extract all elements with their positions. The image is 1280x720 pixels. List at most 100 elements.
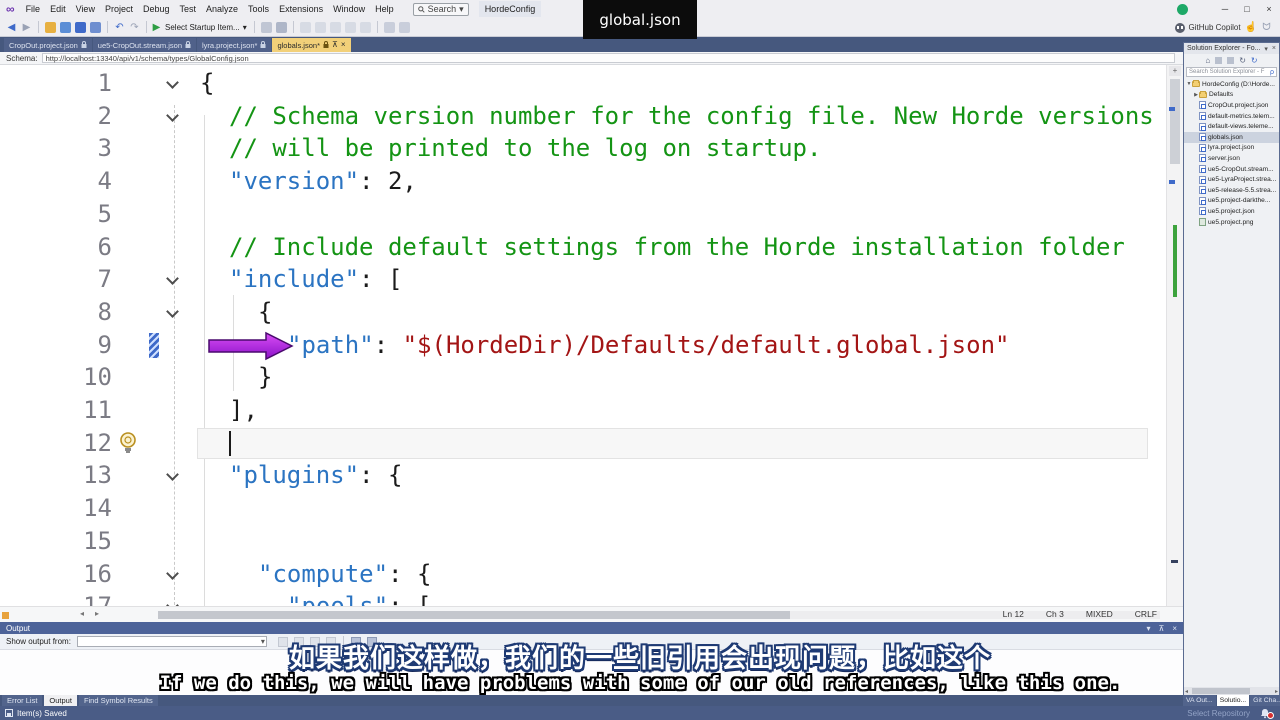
- sync-with-active-document-icon[interactable]: ↻: [1239, 56, 1246, 65]
- indent-button[interactable]: [345, 22, 356, 33]
- code-line-8[interactable]: 8{: [0, 296, 1166, 329]
- code-line-2[interactable]: 2// Schema version number for the config…: [0, 100, 1166, 133]
- scroll-right-icon[interactable]: ▸: [95, 609, 99, 618]
- fold-chevron-icon[interactable]: [166, 599, 179, 606]
- tree-item-lyra-project-json[interactable]: lyra.project.json: [1184, 143, 1279, 154]
- code-line-10[interactable]: 10}: [0, 361, 1166, 394]
- bottom-tab-error-list[interactable]: Error List: [2, 695, 42, 706]
- sidebar-tab-va-out-[interactable]: VA Out...: [1183, 695, 1216, 706]
- code-line-14[interactable]: 14: [0, 492, 1166, 525]
- tree-item-ue5-release-5-5-strea-[interactable]: ue5-release-5.5.strea...: [1184, 185, 1279, 196]
- uncomment-button[interactable]: [330, 22, 341, 33]
- close-icon[interactable]: ×: [1272, 45, 1276, 53]
- caret-down-icon[interactable]: ▾: [1264, 45, 1268, 53]
- code-line-15[interactable]: 15: [0, 525, 1166, 558]
- comment-button[interactable]: [315, 22, 326, 33]
- tree-item-cropout-project-json[interactable]: CropOut.project.json: [1184, 100, 1279, 111]
- feedback-icon[interactable]: ☝: [1245, 22, 1257, 33]
- editor-vertical-scrollbar[interactable]: +: [1166, 65, 1183, 606]
- code-line-9[interactable]: 9"path": "$(HordeDir)/Defaults/default.g…: [0, 329, 1166, 362]
- navigate-forward-button[interactable]: ▶: [21, 22, 32, 33]
- menu-analyze[interactable]: Analyze: [201, 0, 243, 18]
- menu-view[interactable]: View: [71, 0, 100, 18]
- redo-button[interactable]: ↷: [129, 22, 140, 33]
- code-line-11[interactable]: 11],: [0, 394, 1166, 427]
- tab-lyra-project-json-[interactable]: lyra.project.json*: [197, 38, 271, 52]
- account-icon[interactable]: ᗢ: [1261, 22, 1272, 33]
- outdent-button[interactable]: [360, 22, 371, 33]
- scrollbar-thumb[interactable]: [1170, 79, 1180, 164]
- scrollbar-thumb[interactable]: [158, 611, 790, 619]
- code-line-6[interactable]: 6// Include default settings from the Ho…: [0, 231, 1166, 264]
- code-line-13[interactable]: 13"plugins": {: [0, 459, 1166, 492]
- fold-chevron-icon[interactable]: [166, 469, 179, 482]
- open-file-button[interactable]: [60, 22, 71, 33]
- tree-item-ue5-project-darkthe-[interactable]: ue5.project-darkthe...: [1184, 196, 1279, 207]
- code-line-1[interactable]: 1{: [0, 67, 1166, 100]
- notifications-bell[interactable]: [1260, 708, 1270, 720]
- code-line-5[interactable]: 5: [0, 198, 1166, 231]
- menu-help[interactable]: Help: [370, 0, 399, 18]
- code-line-7[interactable]: 7"include": [: [0, 263, 1166, 296]
- menu-test[interactable]: Test: [175, 0, 202, 18]
- tree-item-ue5-project-png[interactable]: ue5.project.png: [1184, 217, 1279, 228]
- scroll-left-icon[interactable]: ◂: [80, 609, 84, 618]
- new-project-button[interactable]: [45, 22, 56, 33]
- navigate-bookmark-button[interactable]: [399, 22, 410, 33]
- bookmark-button[interactable]: [384, 22, 395, 33]
- menu-file[interactable]: File: [21, 0, 46, 18]
- tree-item-globals-json[interactable]: globals.json: [1184, 132, 1279, 143]
- start-debug-icon[interactable]: ▶: [151, 22, 162, 33]
- tree-item-ue5-cropout-stream-[interactable]: ue5-CropOut.stream...: [1184, 164, 1279, 175]
- tree-item-server-json[interactable]: server.json: [1184, 153, 1279, 164]
- lightbulb-icon[interactable]: [118, 431, 138, 457]
- splitter-handle[interactable]: +: [1169, 66, 1181, 76]
- minimize-button[interactable]: ─: [1214, 0, 1236, 18]
- menu-window[interactable]: Window: [328, 0, 370, 18]
- bottom-tab-output[interactable]: Output: [44, 695, 77, 706]
- repository-picker[interactable]: Select Repository: [1187, 709, 1250, 718]
- undo-button[interactable]: ↶: [114, 22, 125, 33]
- window-position-icon[interactable]: ▾: [1146, 624, 1150, 633]
- pending-changes-filter-icon[interactable]: [1227, 57, 1234, 64]
- code-line-17[interactable]: 17"pools": [: [0, 590, 1166, 606]
- tab-ue5-cropout-stream-json[interactable]: ue5-CropOut.stream.json: [93, 38, 196, 52]
- schema-url-input[interactable]: http://localhost:13340/api/v1/schema/typ…: [42, 53, 1175, 63]
- fold-chevron-icon[interactable]: [166, 272, 179, 285]
- navigate-back-button[interactable]: ◀: [6, 22, 17, 33]
- live-share-icon[interactable]: [1177, 4, 1188, 15]
- startup-item-selector[interactable]: Select Startup Item... ▾: [165, 23, 247, 32]
- maximize-button[interactable]: □: [1236, 0, 1258, 18]
- tab-globals-json-[interactable]: globals.json*⊼×: [272, 38, 350, 52]
- menu-debug[interactable]: Debug: [138, 0, 175, 18]
- menu-tools[interactable]: Tools: [243, 0, 274, 18]
- code-line-4[interactable]: 4"version": 2,: [0, 165, 1166, 198]
- pin-icon[interactable]: ⊼: [332, 41, 338, 49]
- fold-chevron-icon[interactable]: [166, 109, 179, 122]
- pin-icon[interactable]: ⊼: [1158, 624, 1164, 633]
- switch-views-icon[interactable]: [1215, 57, 1222, 64]
- fold-chevron-icon[interactable]: [166, 76, 179, 89]
- attach-button[interactable]: [261, 22, 272, 33]
- tree-item-ue5-lyraproject-strea-[interactable]: ue5-LyraProject.strea...: [1184, 174, 1279, 185]
- tree-item-hordeconfig-d-horde-[interactable]: ▼HordeConfig (D:\Horde...: [1184, 79, 1279, 90]
- menu-project[interactable]: Project: [100, 0, 138, 18]
- fold-chevron-icon[interactable]: [166, 305, 179, 318]
- bottom-tab-find-symbol-results[interactable]: Find Symbol Results: [79, 695, 158, 706]
- solution-explorer-search-input[interactable]: Search Solution Explorer - F ρ: [1186, 67, 1277, 77]
- save-all-button[interactable]: [90, 22, 101, 33]
- sidebar-tab-git-cha-[interactable]: Git Cha...: [1250, 695, 1280, 706]
- tab-cropout-project-json[interactable]: CropOut.project.json: [4, 38, 92, 52]
- fold-chevron-icon[interactable]: [166, 567, 179, 580]
- solution-explorer-titlebar[interactable]: Solution Explorer - Fo... ▾ ×: [1184, 43, 1279, 54]
- code-line-12[interactable]: 12: [0, 427, 1166, 460]
- save-button[interactable]: [75, 22, 86, 33]
- tree-item-default-views-teleme-[interactable]: default-views.teleme...: [1184, 121, 1279, 132]
- hot-reload-button[interactable]: [276, 22, 287, 33]
- close-button[interactable]: ×: [1258, 0, 1280, 18]
- close-tab-icon[interactable]: ×: [341, 41, 346, 49]
- tree-item-defaults[interactable]: ▶Defaults: [1184, 90, 1279, 101]
- refresh-icon[interactable]: ↻: [1251, 56, 1258, 65]
- home-icon[interactable]: ⌂: [1205, 56, 1210, 65]
- code-line-3[interactable]: 3// will be printed to the log on startu…: [0, 132, 1166, 165]
